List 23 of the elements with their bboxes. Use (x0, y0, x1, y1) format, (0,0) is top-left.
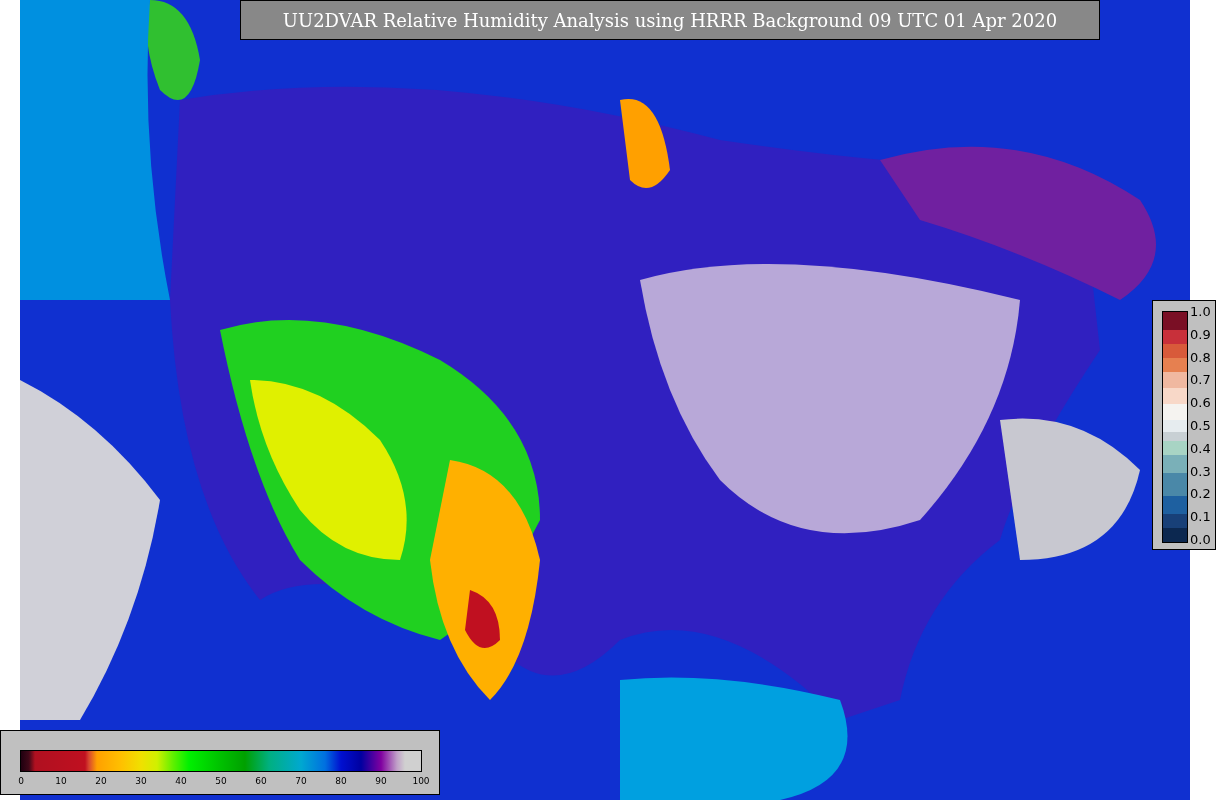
colorbar-tick-label: 0.9 (1190, 326, 1211, 343)
colorbar-tick-label: 30 (134, 775, 148, 787)
colorbar-tick-label: 0.0 (1190, 532, 1211, 548)
colorbar-tick-label: 70 (294, 775, 308, 787)
colorbar-tick-label: 0.8 (1190, 349, 1211, 366)
colorbar-tick-label: 100 (411, 775, 431, 787)
colorbar-tick-label: 0.2 (1190, 486, 1211, 503)
colorbar-tick-label: 0.4 (1190, 440, 1211, 457)
colorbar-tick-label: 0.6 (1190, 395, 1211, 412)
colorbar-tick-label: 60 (254, 775, 268, 787)
colorbar-tick-label: 80 (334, 775, 348, 787)
colorbar-tick-label: 0.1 (1190, 509, 1211, 526)
colorbar-tick-label: 10 (54, 775, 68, 787)
colorbar-tick-label: 40 (174, 775, 188, 787)
colorbar-tick-label: 0.7 (1190, 372, 1211, 389)
colorbar-tick-label: 50 (214, 775, 228, 787)
colorbar-tick-label: 90 (374, 775, 388, 787)
colorbar-tick-label: 0.5 (1190, 418, 1211, 434)
colorbar-tick-label: 0 (17, 775, 25, 787)
map-title: UU2DVAR Relative Humidity Analysis using HRRR Background 09 UTC 01 Apr 2020 (240, 0, 1100, 40)
colorbar-tick-label: 0.3 (1190, 463, 1211, 480)
colorbar-tick-label: 1.0 (1190, 304, 1211, 320)
colorbar-tick-label: 20 (94, 775, 108, 787)
